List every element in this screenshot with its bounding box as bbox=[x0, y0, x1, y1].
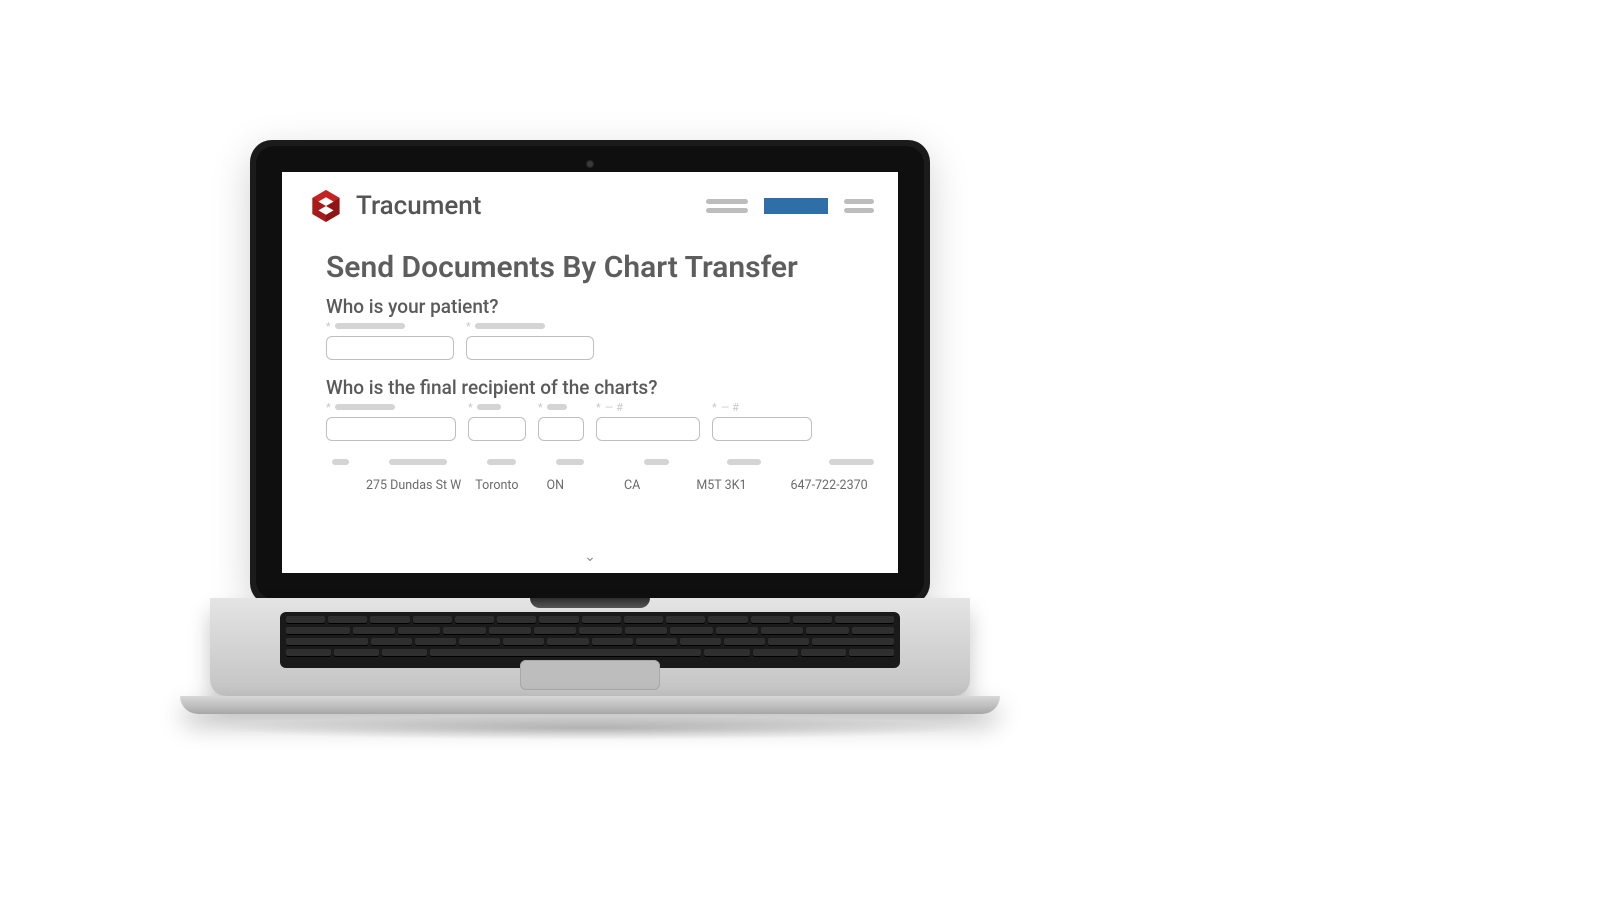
address-country: CA bbox=[624, 478, 640, 493]
topbar: Tracument bbox=[306, 186, 874, 226]
recipient-label-3-icon bbox=[547, 404, 567, 410]
recipient-phone-2-input[interactable] bbox=[712, 417, 812, 441]
address-province: ON bbox=[547, 478, 565, 493]
page-title: Send Documents By Chart Transfer bbox=[326, 250, 874, 285]
patient-first-label-icon bbox=[335, 323, 405, 329]
patient-fields: * * bbox=[326, 320, 874, 360]
address-block: 275 Dundas St W Toronto ON CA M5T 3K1 64… bbox=[326, 459, 874, 495]
brand: Tracument bbox=[306, 186, 481, 226]
recipient-field-3-input[interactable] bbox=[538, 417, 584, 441]
recipient-label-1-icon bbox=[335, 404, 395, 410]
recipient-phone-1-input[interactable] bbox=[596, 417, 700, 441]
recipient-fields: * * * *— # bbox=[326, 401, 874, 441]
patient-last-label-icon bbox=[475, 323, 545, 329]
nav-item-1[interactable] bbox=[706, 199, 748, 213]
recipient-label-2-icon bbox=[477, 404, 501, 410]
nav-item-active[interactable] bbox=[764, 198, 828, 214]
section-heading-patient: Who is your patient? bbox=[326, 295, 874, 318]
brand-logo-icon bbox=[306, 186, 346, 226]
address-street: 275 Dundas St W bbox=[366, 478, 461, 493]
recipient-field-2-input[interactable] bbox=[468, 417, 526, 441]
app-window: Tracument Send Documents By Chart Transf… bbox=[282, 172, 898, 573]
patient-first-name-input[interactable] bbox=[326, 336, 454, 360]
recipient-name-input[interactable] bbox=[326, 417, 456, 441]
webcam-icon bbox=[586, 160, 594, 168]
patient-last-name-input[interactable] bbox=[466, 336, 594, 360]
address-postal: M5T 3K1 bbox=[696, 478, 746, 493]
brand-name: Tracument bbox=[356, 191, 481, 221]
chevron-down-icon[interactable]: ⌄ bbox=[584, 549, 596, 565]
address-city: Toronto bbox=[475, 478, 518, 493]
top-nav bbox=[706, 198, 874, 214]
address-phone: 647-722-2370 bbox=[791, 478, 868, 493]
trackpad-graphic bbox=[520, 660, 660, 690]
nav-item-3[interactable] bbox=[844, 199, 874, 213]
section-heading-recipient: Who is the final recipient of the charts… bbox=[326, 376, 874, 399]
laptop-mockup: Tracument Send Documents By Chart Transf… bbox=[180, 140, 1000, 730]
